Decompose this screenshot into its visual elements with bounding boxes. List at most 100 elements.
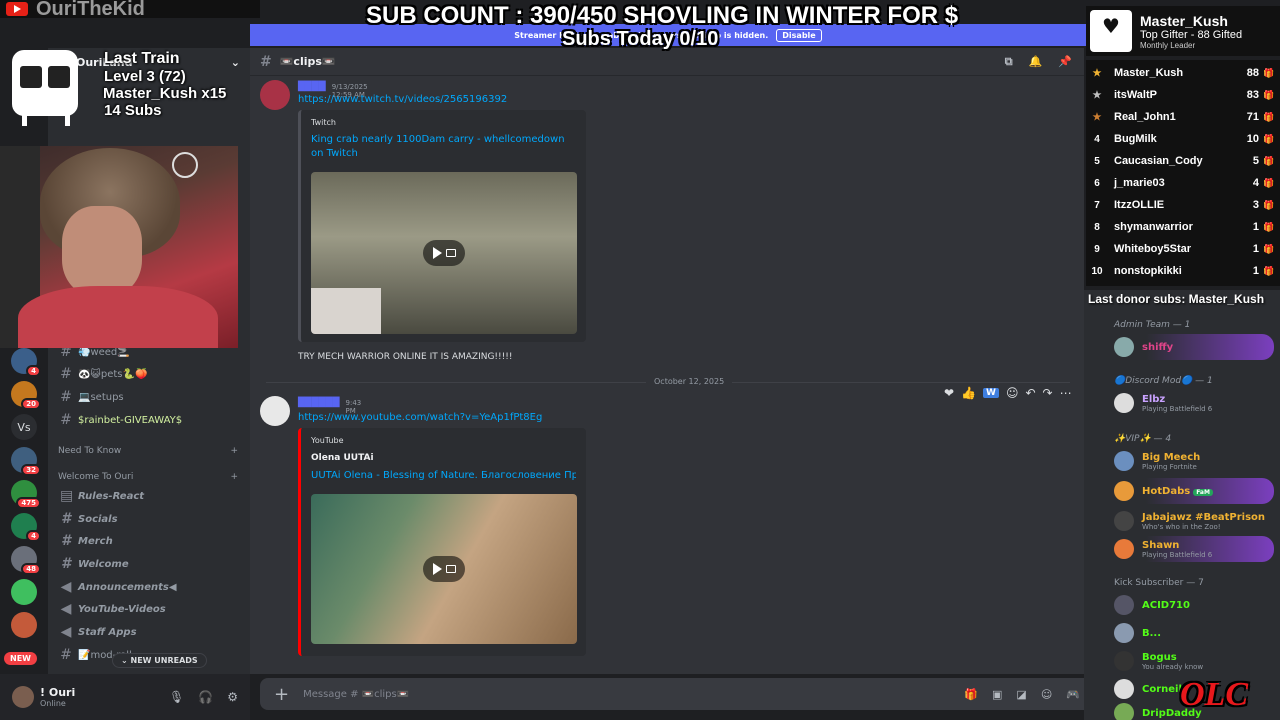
sticker-icon[interactable]: ◪ xyxy=(1016,688,1026,701)
channel-label: $rainbet-GIVEAWAY$ xyxy=(78,414,183,426)
disable-button[interactable]: Disable xyxy=(776,28,822,42)
message-link[interactable]: https://www.youtube.com/watch?v=YeAp1fPt… xyxy=(298,412,542,423)
channel-item[interactable]: # 🐼😺pets🐍🍑 xyxy=(54,364,242,384)
chevron-down-icon: ⌄ xyxy=(230,55,240,69)
last-donor-text: Last donor subs: Master_Kush xyxy=(1088,292,1265,306)
star-icon: ★ xyxy=(1092,111,1102,123)
video-thumbnail[interactable] xyxy=(311,172,577,334)
member-item[interactable]: ACID710 xyxy=(1114,592,1274,618)
channel-item[interactable]: ◀ Announcements◀ xyxy=(54,577,242,597)
microphone-icon[interactable]: 🎙 xyxy=(169,690,184,704)
leaderboard-row: 8 shymanwarrior 1 🎁 xyxy=(1086,216,1276,238)
server-icon-vs[interactable]: Vs xyxy=(11,414,37,440)
leader-name: BugMilk xyxy=(1114,133,1157,145)
channel-label: Socials xyxy=(78,513,118,525)
server-icon[interactable]: 475 xyxy=(11,480,41,509)
category-need-to-know[interactable]: Need To Know + xyxy=(58,446,238,456)
play-button[interactable] xyxy=(423,556,465,582)
channel-item[interactable]: # 💻setups xyxy=(54,387,242,407)
channel-item[interactable]: # $rainbet-GIVEAWAY$ xyxy=(54,410,242,430)
server-icon[interactable] xyxy=(11,612,37,638)
channel-item[interactable]: # Socials xyxy=(54,509,242,529)
server-badge: 4 xyxy=(26,530,41,542)
channel-name: OuriTheKid xyxy=(36,0,145,20)
top-gifter-subtitle: Monthly Leader xyxy=(1140,40,1196,50)
server-icon[interactable]: 4 xyxy=(11,348,41,377)
member-list: Admin Team — 1 shiffy 🔵Discord Mod🔵 — 1 … xyxy=(1084,290,1280,720)
gift-icon[interactable]: 🎁 xyxy=(964,688,978,701)
megaphone-icon: ◀ xyxy=(60,579,72,595)
more-icon[interactable]: ⋯ xyxy=(1060,386,1072,400)
embed-title[interactable]: UUTAi Olena - Blessing of Nature. Благос… xyxy=(311,469,576,483)
message-author[interactable]: ████ xyxy=(298,82,326,92)
member-item[interactable]: Shawn Playing Battlefield 6 xyxy=(1114,536,1274,562)
external-link-icon xyxy=(445,249,456,257)
video-thumbnail[interactable] xyxy=(311,494,577,644)
new-servers-badge[interactable]: NEW xyxy=(4,652,37,665)
pin-icon[interactable]: 📌 xyxy=(1058,55,1072,69)
embed-author[interactable]: Olena UUTAi xyxy=(311,453,576,463)
member-item[interactable]: Jabajawz #BeatPrison Who's who in the Zoo… xyxy=(1114,508,1274,534)
gear-icon[interactable]: ⚙ xyxy=(227,690,238,704)
reply-icon[interactable]: ↶ xyxy=(1025,386,1035,400)
composer-placeholder: Message # 📼clips📼 xyxy=(303,688,410,700)
message-composer[interactable]: + Message # 📼clips📼 🎁 ▣ ◪ ☺ 🎮 xyxy=(260,678,1094,710)
member-item[interactable]: Big Meech Playing Fortnite xyxy=(1114,448,1274,474)
server-icon[interactable]: 48 xyxy=(11,546,41,575)
server-icon[interactable] xyxy=(11,579,37,605)
category-welcome[interactable]: Welcome To Ouri + xyxy=(58,472,238,482)
leaderboard-row: 5 Caucasian_Cody 5 🎁 xyxy=(1086,150,1276,172)
olc-logo: OLC xyxy=(1180,676,1248,713)
gift-icon: 🎁 xyxy=(1263,177,1275,188)
thumbs-up-reaction-icon[interactable]: 👍 xyxy=(961,386,976,400)
member-item[interactable]: Elbz Playing Battlefield 6 xyxy=(1114,390,1274,416)
fam-tag: FaM xyxy=(1193,488,1213,496)
new-unreads-button[interactable]: ⌄ NEW UNREADS xyxy=(112,653,207,668)
server-icon[interactable]: 32 xyxy=(11,447,41,476)
plus-icon[interactable]: + xyxy=(274,684,289,705)
play-button[interactable] xyxy=(423,240,465,266)
train-title: Last Train xyxy=(104,50,180,67)
gift-heart-icon xyxy=(1090,10,1132,52)
headphones-icon[interactable]: 🎧 xyxy=(198,690,213,704)
threads-icon[interactable]: ⧉ xyxy=(1005,55,1013,69)
leader-name: Whiteboy5Star xyxy=(1114,243,1192,255)
app-root: OuriTheKid 4 20 Vs 32 475 4 48 NEW OuriL… xyxy=(0,0,1280,720)
channel-item[interactable]: ◀ Staff Apps xyxy=(54,622,242,642)
avatar[interactable] xyxy=(260,80,290,110)
heart-reaction-icon[interactable]: ❤ xyxy=(944,386,954,400)
apps-icon[interactable]: 🎮 xyxy=(1066,688,1080,701)
leader-name: Real_John1 xyxy=(1114,111,1176,123)
channel-label: Merch xyxy=(78,535,113,547)
avatar[interactable] xyxy=(12,686,34,708)
member-item[interactable]: HotDabs FaM xyxy=(1114,478,1274,504)
leader-name: j_marie03 xyxy=(1114,177,1165,189)
w-reaction-icon[interactable]: W xyxy=(983,388,999,398)
channel-item[interactable]: # Welcome xyxy=(54,554,242,574)
embed-title[interactable]: King crab nearly 1100Dam carry - whellco… xyxy=(311,133,576,161)
server-badge: 32 xyxy=(21,464,41,476)
avatar[interactable] xyxy=(260,396,290,426)
message-link[interactable]: https://www.twitch.tv/videos/2565196392 xyxy=(298,94,507,105)
forward-icon[interactable]: ↷ xyxy=(1043,386,1053,400)
channel-item[interactable]: ▤ Rules-React xyxy=(54,486,242,506)
link-embed: Twitch King crab nearly 1100Dam carry - … xyxy=(298,110,586,342)
emoji-icon[interactable]: ☺ xyxy=(1041,688,1052,701)
leader-rank: 8 xyxy=(1094,221,1100,233)
add-reaction-icon[interactable]: ☺ xyxy=(1006,386,1019,400)
channel-item[interactable]: # Merch xyxy=(54,531,242,551)
member-item[interactable]: Bogus You already know xyxy=(1114,648,1274,674)
gif-icon[interactable]: ▣ xyxy=(992,688,1002,701)
server-icon[interactable]: 20 xyxy=(11,381,41,410)
plus-icon[interactable]: + xyxy=(230,472,238,482)
member-item[interactable]: shiffy xyxy=(1114,334,1274,360)
member-name: shiffy xyxy=(1142,341,1174,353)
channel-item[interactable]: ◀ YouTube-Videos xyxy=(54,599,242,619)
server-icon[interactable]: 4 xyxy=(11,513,41,542)
bell-icon[interactable]: 🔔 xyxy=(1029,55,1043,69)
member-item[interactable]: B... xyxy=(1114,620,1274,646)
server-badge: 20 xyxy=(21,398,41,410)
message-author[interactable]: ██████ xyxy=(298,398,340,408)
plus-icon[interactable]: + xyxy=(230,446,238,456)
leader-rank: 6 xyxy=(1094,177,1100,189)
